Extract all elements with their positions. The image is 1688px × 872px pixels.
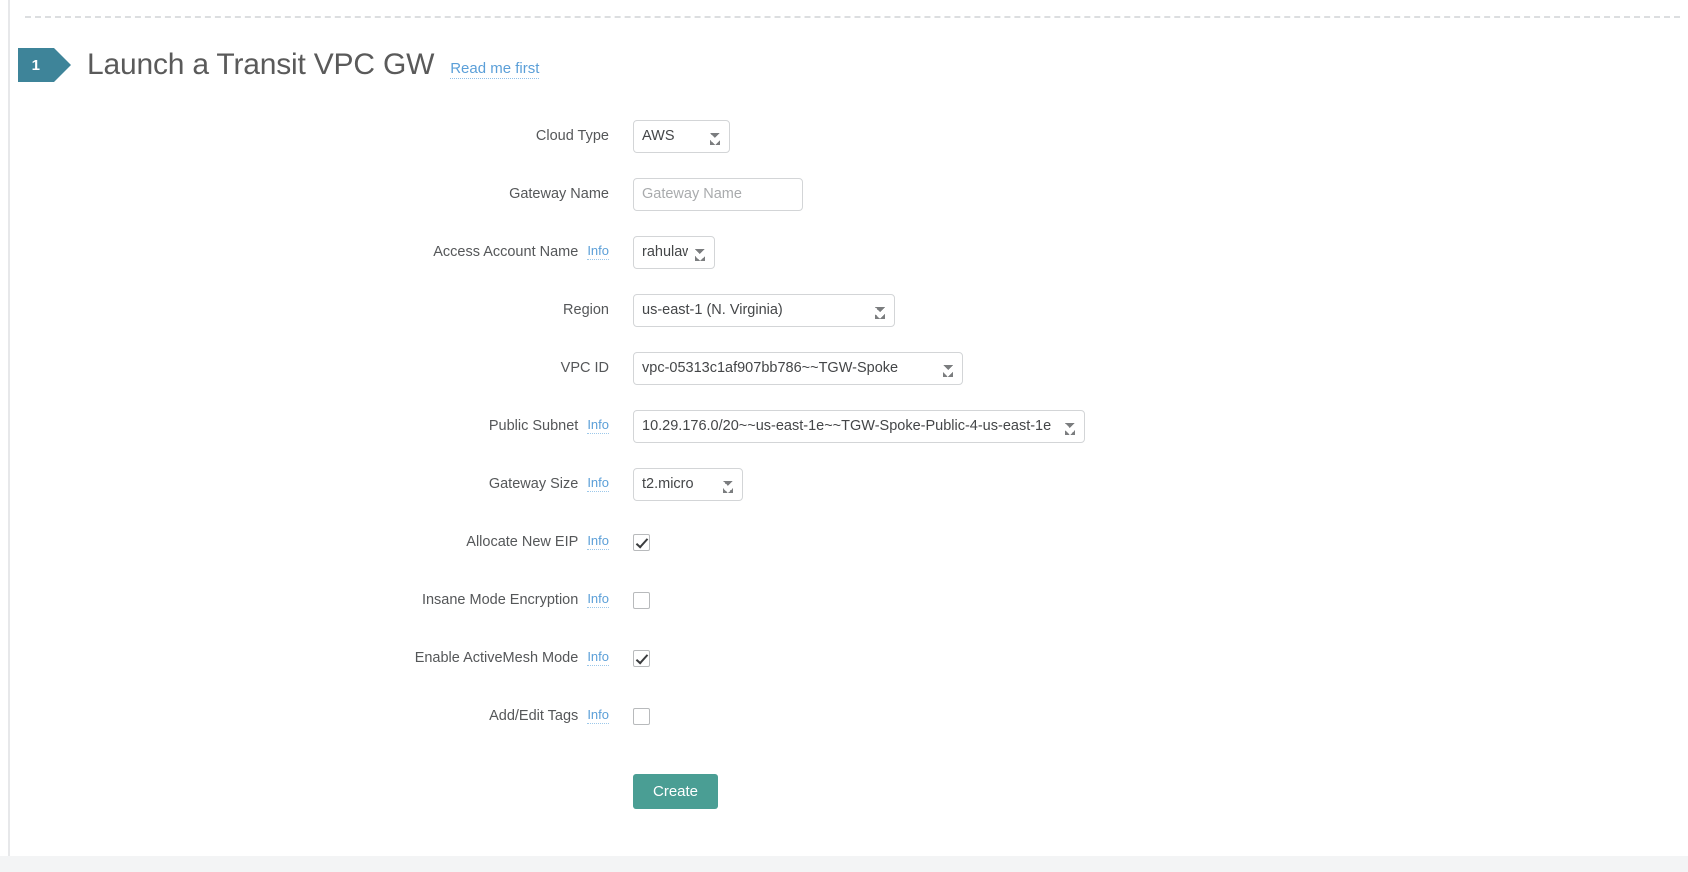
label-gateway-name: Gateway Name (0, 176, 609, 212)
step-badge-arrow (54, 48, 71, 82)
label-text-cloud-type: Cloud Type (535, 128, 609, 144)
section-header: 1 Launch a Transit VPC GW Read me first (18, 44, 540, 86)
info-link-enable-activemesh-mode[interactable]: Info (587, 650, 609, 666)
label-text-enable-activemesh-mode: Enable ActiveMesh Mode (414, 650, 579, 666)
submit-button-cell: Create (609, 773, 719, 809)
label-text-region: Region (563, 302, 609, 318)
control-add-edit-tags (609, 698, 650, 734)
input-gateway-name[interactable] (633, 177, 803, 211)
form-row-gateway-name: Gateway Name (0, 176, 1688, 234)
launch-gateway-form: Cloud Type AWS Gateway Name Access Account … (0, 118, 1688, 826)
control-vpc-id: vpc-05313c1af907bb786~~TGW-Spoke (609, 350, 963, 386)
control-enable-activemesh-mode (609, 640, 650, 676)
label-region: Region (0, 292, 609, 328)
create-button[interactable]: Create (633, 773, 719, 809)
form-row-access-account-name: Access Account Name Info rahulaws (0, 234, 1688, 292)
form-row-public-subnet: Public Subnet Info 10.29.176.0/20~~us-east… (0, 408, 1688, 466)
page-container: 1 Launch a Transit VPC GW Read me first … (0, 0, 1688, 856)
info-link-access-account-name[interactable]: Info (587, 244, 609, 260)
form-row-add-edit-tags: Add/Edit Tags Info (0, 698, 1688, 756)
control-gateway-size: t2.micro (609, 466, 743, 502)
info-link-public-subnet[interactable]: Info (587, 418, 609, 434)
label-allocate-new-eip: Allocate New EIP Info (0, 524, 609, 560)
label-text-add-edit-tags: Add/Edit Tags (489, 708, 579, 724)
select-public-subnet[interactable]: 10.29.176.0/20~~us-east-1e~~TGW-Spoke-Pu… (633, 409, 1085, 443)
info-link-insane-mode-encryption[interactable]: Info (587, 592, 609, 608)
form-row-cloud-type: Cloud Type AWS (0, 118, 1688, 176)
form-row-insane-mode-encryption: Insane Mode Encryption Info (0, 582, 1688, 640)
read-me-first-link[interactable]: Read me first (450, 60, 540, 79)
select-region[interactable]: us-east-1 (N. Virginia) (633, 293, 895, 327)
label-add-edit-tags: Add/Edit Tags Info (0, 698, 609, 734)
label-enable-activemesh-mode: Enable ActiveMesh Mode Info (0, 640, 609, 676)
form-row-allocate-new-eip: Allocate New EIP Info (0, 524, 1688, 582)
select-access-account-name[interactable]: rahulaws (633, 235, 715, 269)
bottom-strip (0, 856, 1688, 872)
checkbox-insane-mode-encryption[interactable] (633, 591, 650, 609)
label-insane-mode-encryption: Insane Mode Encryption Info (0, 582, 609, 618)
info-link-gateway-size[interactable]: Info (587, 476, 609, 492)
control-insane-mode-encryption (609, 582, 650, 618)
label-text-public-subnet: Public Subnet (488, 418, 579, 434)
label-vpc-id: VPC ID (0, 350, 609, 386)
checkbox-add-edit-tags[interactable] (633, 707, 650, 725)
select-gateway-size[interactable]: t2.micro (633, 467, 743, 501)
label-public-subnet: Public Subnet Info (0, 408, 609, 444)
label-text-gateway-name: Gateway Name (509, 186, 609, 202)
label-text-insane-mode-encryption: Insane Mode Encryption (421, 592, 579, 608)
checkbox-enable-activemesh-mode[interactable] (633, 649, 650, 667)
page-title: Launch a Transit VPC GW (87, 48, 435, 81)
label-text-allocate-new-eip: Allocate New EIP (466, 534, 579, 550)
control-public-subnet: 10.29.176.0/20~~us-east-1e~~TGW-Spoke-Pu… (609, 408, 1085, 444)
form-row-region: Region us-east-1 (N. Virginia) (0, 292, 1688, 350)
label-access-account-name: Access Account Name Info (0, 234, 609, 270)
form-row-gateway-size: Gateway Size Info t2.micro (0, 466, 1688, 524)
submit-row-spacer (0, 773, 609, 809)
info-link-allocate-new-eip[interactable]: Info (587, 534, 609, 550)
control-region: us-east-1 (N. Virginia) (609, 292, 895, 328)
checkbox-allocate-new-eip[interactable] (633, 533, 650, 551)
label-text-access-account-name: Access Account Name (433, 244, 579, 260)
form-row-enable-activemesh-mode: Enable ActiveMesh Mode Info (0, 640, 1688, 698)
control-gateway-name (609, 176, 803, 212)
control-cloud-type: AWS (609, 118, 730, 154)
form-row-vpc-id: VPC ID vpc-05313c1af907bb786~~TGW-Spoke (0, 350, 1688, 408)
label-gateway-size: Gateway Size Info (0, 466, 609, 502)
select-cloud-type[interactable]: AWS (633, 119, 730, 153)
control-access-account-name: rahulaws (609, 234, 715, 270)
label-text-vpc-id: VPC ID (560, 360, 609, 376)
label-text-gateway-size: Gateway Size (488, 476, 579, 492)
select-vpc-id[interactable]: vpc-05313c1af907bb786~~TGW-Spoke (633, 351, 963, 385)
control-allocate-new-eip (609, 524, 650, 560)
info-link-add-edit-tags[interactable]: Info (587, 708, 609, 724)
submit-row: Create (0, 756, 1688, 826)
step-badge: 1 (18, 48, 71, 82)
top-dashed-divider (25, 16, 1680, 18)
step-number: 1 (31, 56, 41, 74)
label-cloud-type: Cloud Type (0, 118, 609, 154)
